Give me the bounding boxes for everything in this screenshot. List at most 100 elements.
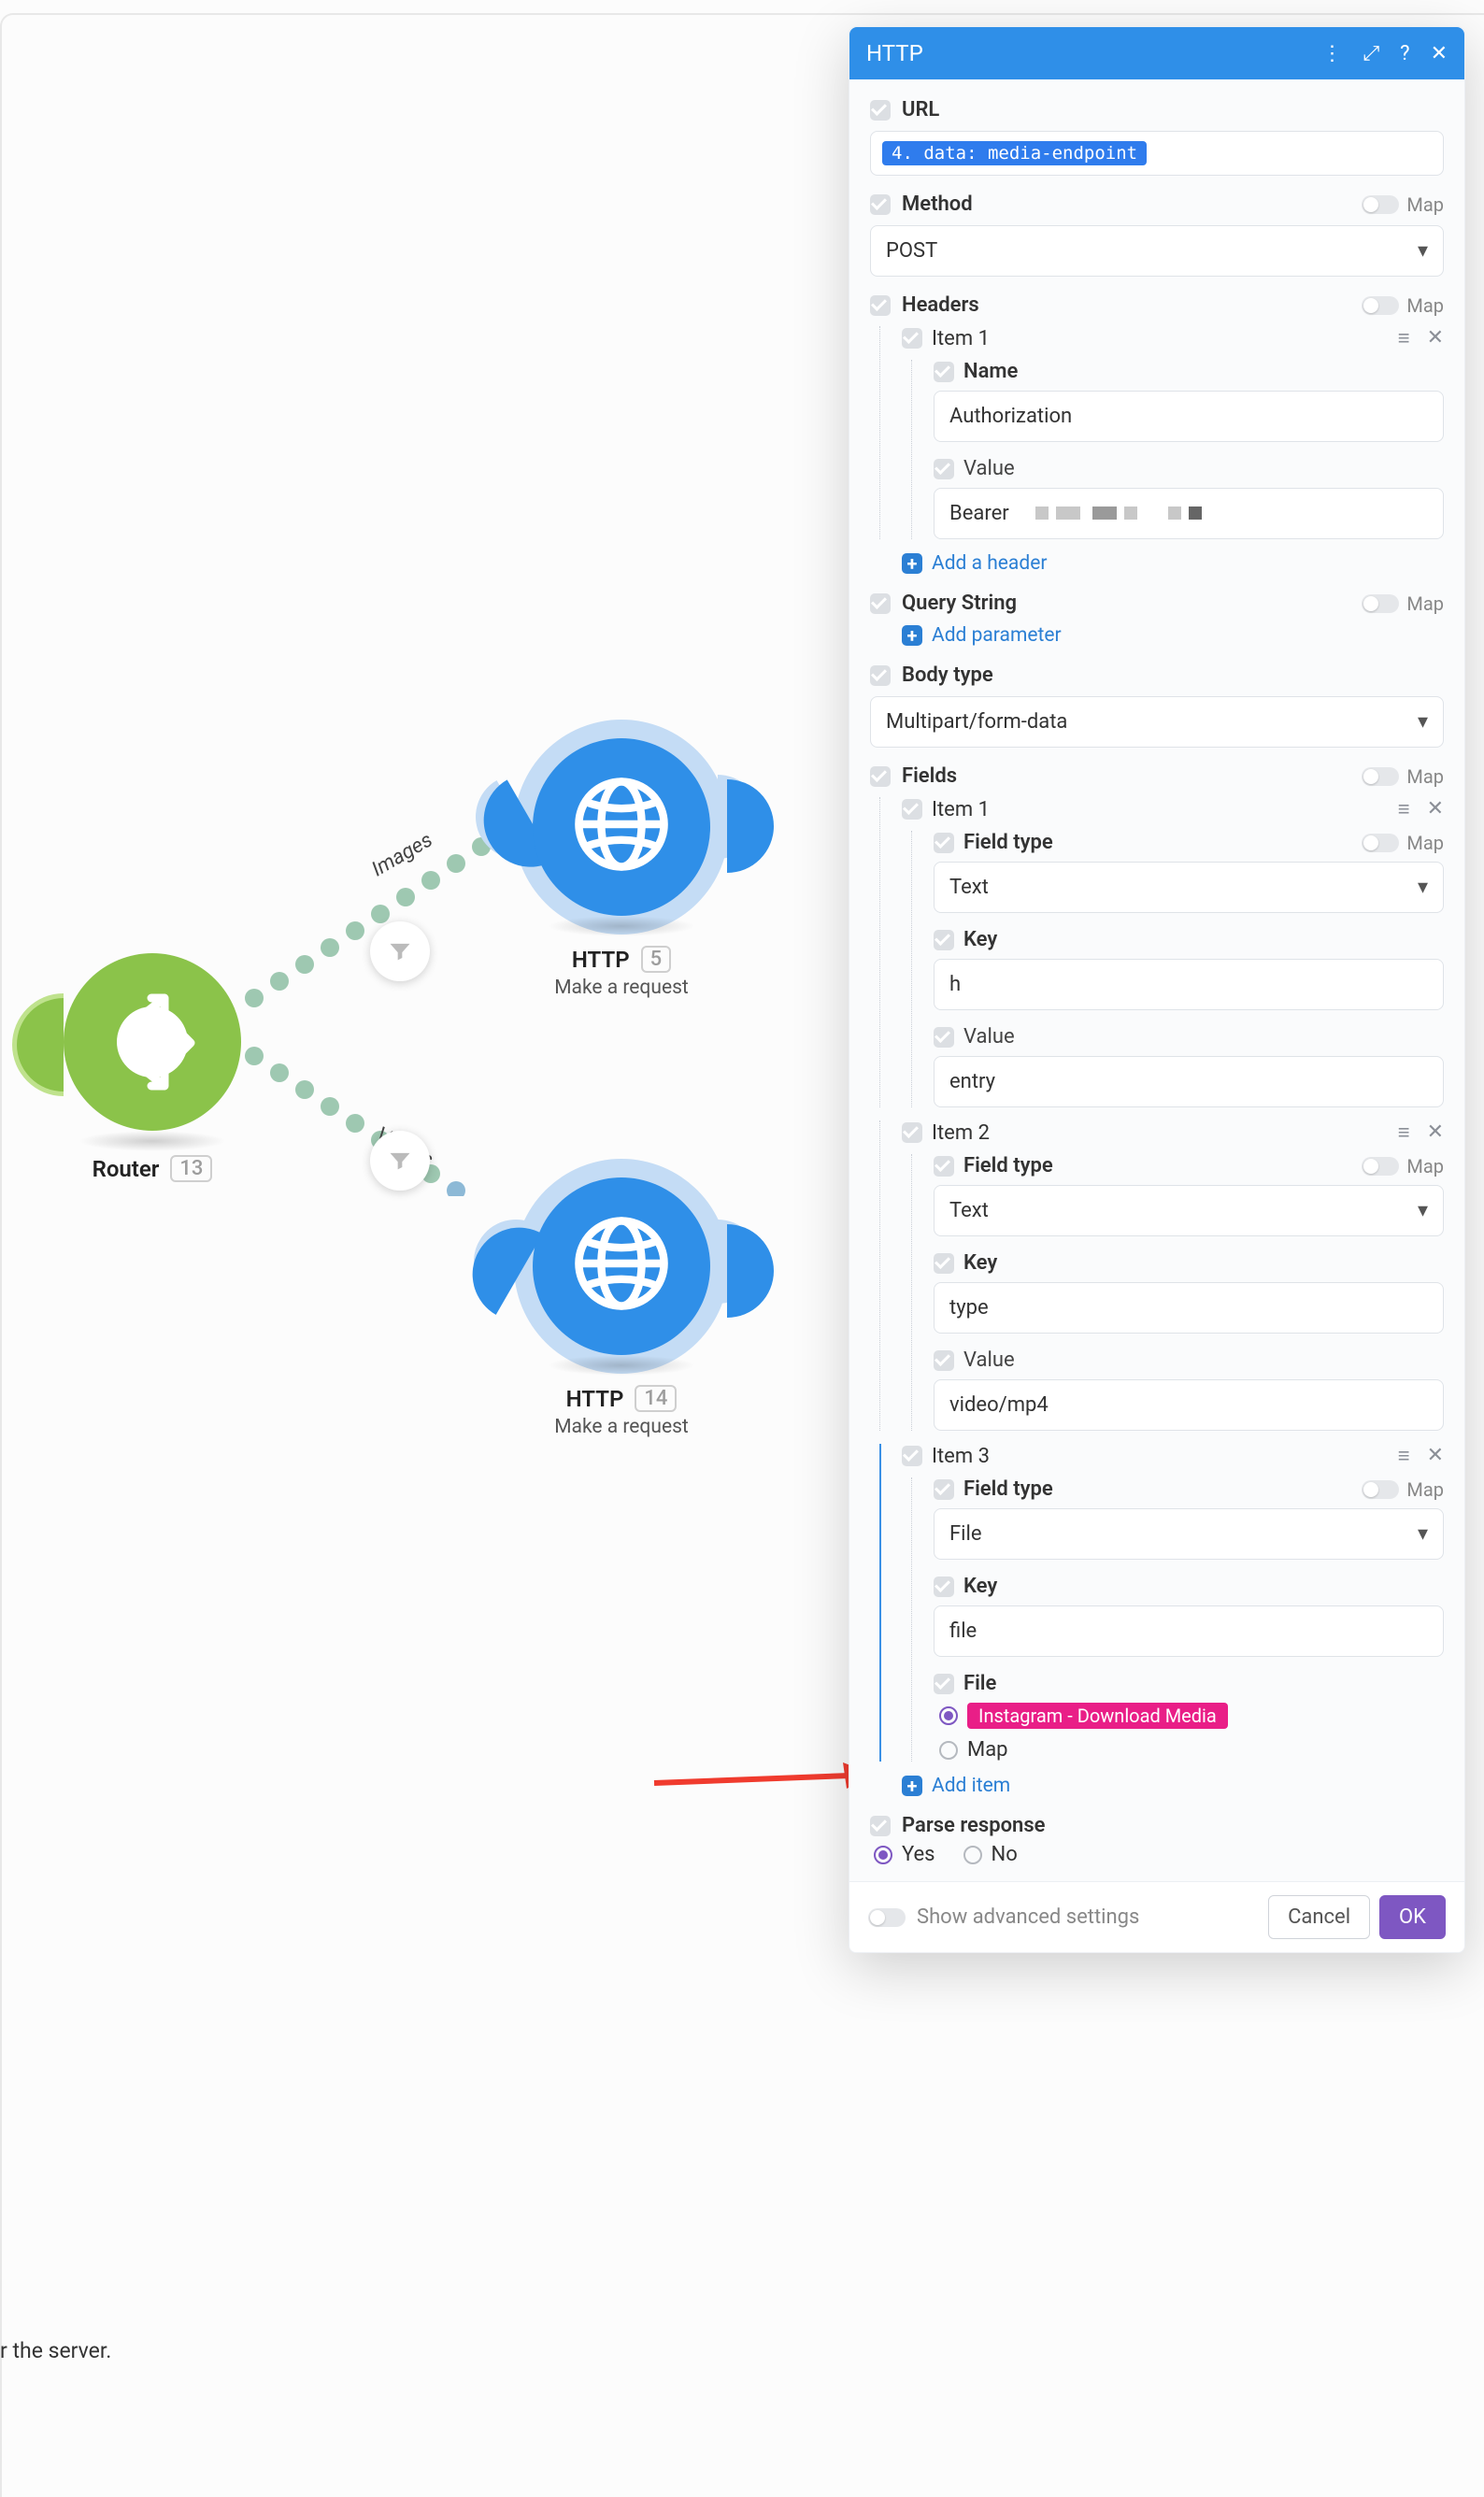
help-icon[interactable]: ? bbox=[1400, 42, 1409, 65]
map-toggle[interactable] bbox=[1362, 767, 1399, 786]
item-menu-icon[interactable]: ≡ bbox=[1398, 1444, 1410, 1468]
map-label: Map bbox=[1406, 294, 1444, 317]
add-field-button[interactable]: + Add item bbox=[902, 1775, 1444, 1797]
item-remove-icon[interactable]: ✕ bbox=[1427, 326, 1444, 350]
field3-key-value: file bbox=[949, 1619, 977, 1643]
field1-key-label: Key bbox=[963, 928, 997, 951]
expand-icon[interactable]: ⤢ bbox=[1363, 42, 1380, 65]
query-label: Query String bbox=[902, 592, 1017, 615]
check-icon bbox=[870, 194, 891, 215]
url-input[interactable]: 4. data: media-endpoint bbox=[870, 131, 1444, 176]
header-name-input[interactable]: Authorization bbox=[934, 391, 1444, 442]
field2-value-value: video/mp4 bbox=[949, 1393, 1049, 1417]
field-item3-label: Item 3 bbox=[932, 1445, 990, 1468]
annotation-arrow bbox=[650, 1751, 875, 1802]
check-icon bbox=[870, 665, 891, 686]
plus-icon: + bbox=[902, 553, 922, 574]
url-label: URL bbox=[902, 98, 939, 121]
close-icon[interactable]: ✕ bbox=[1431, 42, 1448, 65]
item-menu-icon[interactable]: ≡ bbox=[1398, 326, 1410, 350]
check-icon bbox=[934, 362, 954, 382]
item-remove-icon[interactable]: ✕ bbox=[1427, 1120, 1444, 1145]
item-menu-icon[interactable]: ≡ bbox=[1398, 1120, 1410, 1145]
field2-key-input[interactable]: type bbox=[934, 1282, 1444, 1334]
http1-label: HTTP 5 Make a request bbox=[481, 946, 762, 999]
map-label: Map bbox=[1406, 1478, 1444, 1501]
field3-type-select[interactable]: File ▾ bbox=[934, 1508, 1444, 1560]
router-node[interactable]: Router 13 bbox=[64, 953, 241, 1131]
radio-off-icon bbox=[963, 1846, 982, 1864]
field2-value-label: Value bbox=[963, 1348, 1015, 1372]
check-icon bbox=[870, 295, 891, 316]
router-badge: 13 bbox=[170, 1155, 212, 1182]
check-icon bbox=[902, 1446, 922, 1466]
filter-button-images[interactable] bbox=[370, 921, 430, 981]
field3-key-input[interactable]: file bbox=[934, 1605, 1444, 1657]
advanced-toggle[interactable] bbox=[868, 1908, 906, 1927]
check-icon bbox=[870, 100, 891, 121]
panel-header: HTTP ⋮ ⤢ ? ✕ bbox=[849, 27, 1464, 79]
field2-key-label: Key bbox=[963, 1251, 997, 1275]
filter-button-videos[interactable] bbox=[370, 1131, 430, 1191]
check-icon bbox=[902, 799, 922, 820]
map-toggle[interactable] bbox=[1362, 195, 1399, 214]
field2-type-select[interactable]: Text ▾ bbox=[934, 1185, 1444, 1236]
globe-icon bbox=[565, 768, 678, 886]
check-icon bbox=[934, 833, 954, 853]
add-header-button[interactable]: + Add a header bbox=[902, 552, 1444, 575]
item-remove-icon[interactable]: ✕ bbox=[1427, 1444, 1444, 1468]
check-icon bbox=[870, 1816, 891, 1836]
parse-no-label: No bbox=[992, 1843, 1018, 1866]
map-toggle[interactable] bbox=[1362, 296, 1399, 315]
field2-value-input[interactable]: video/mp4 bbox=[934, 1379, 1444, 1431]
chevron-down-icon: ▾ bbox=[1418, 876, 1428, 899]
field1-key-value: h bbox=[949, 973, 961, 996]
field2-key-value: type bbox=[949, 1296, 989, 1320]
bodytype-label: Body type bbox=[902, 663, 993, 687]
header-value-input[interactable]: Bearer bbox=[934, 488, 1444, 539]
file-map-label: Map bbox=[967, 1738, 1008, 1762]
field1-value-label: Value bbox=[963, 1025, 1015, 1049]
http-node-2[interactable]: HTTP 14 Make a request bbox=[533, 1177, 710, 1355]
field2-type-label: Field type bbox=[963, 1154, 1053, 1177]
bodytype-select[interactable]: Multipart/form-data ▾ bbox=[870, 696, 1444, 748]
field1-type-select[interactable]: Text ▾ bbox=[934, 862, 1444, 913]
item-remove-icon[interactable]: ✕ bbox=[1427, 797, 1444, 821]
item-menu-icon[interactable]: ≡ bbox=[1398, 797, 1410, 821]
http1-title: HTTP bbox=[572, 947, 630, 973]
cancel-button[interactable]: Cancel bbox=[1268, 1895, 1370, 1939]
field-item2-label: Item 2 bbox=[932, 1121, 990, 1145]
file-radio-map[interactable]: Map bbox=[939, 1738, 1444, 1762]
menu-icon[interactable]: ⋮ bbox=[1322, 42, 1343, 65]
chevron-down-icon: ▾ bbox=[1418, 1199, 1428, 1222]
map-toggle[interactable] bbox=[1362, 594, 1399, 613]
method-select[interactable]: POST ▾ bbox=[870, 225, 1444, 277]
footnote: r the server. bbox=[0, 2338, 111, 2363]
parse-yes-radio[interactable]: Yes bbox=[874, 1843, 935, 1866]
check-icon bbox=[902, 1122, 922, 1143]
map-toggle[interactable] bbox=[1362, 834, 1399, 852]
radio-on-icon bbox=[939, 1706, 958, 1725]
field3-type-value: File bbox=[949, 1522, 982, 1546]
check-icon bbox=[870, 593, 891, 614]
header-item1-label: Item 1 bbox=[932, 327, 990, 350]
headers-label: Headers bbox=[902, 293, 979, 317]
parse-no-radio[interactable]: No bbox=[963, 1843, 1018, 1866]
field1-value-input[interactable]: entry bbox=[934, 1056, 1444, 1107]
ok-button[interactable]: OK bbox=[1379, 1895, 1446, 1939]
radio-on-icon bbox=[874, 1846, 892, 1864]
map-toggle[interactable] bbox=[1362, 1157, 1399, 1176]
router-title: Router bbox=[93, 1156, 160, 1182]
add-parameter-button[interactable]: + Add parameter bbox=[902, 624, 1444, 647]
http-node-1[interactable]: HTTP 5 Make a request bbox=[533, 738, 710, 916]
http1-badge: 5 bbox=[641, 946, 672, 973]
plus-icon: + bbox=[902, 1776, 922, 1796]
field-item1-label: Item 1 bbox=[932, 798, 990, 821]
field1-key-input[interactable]: h bbox=[934, 959, 1444, 1010]
field1-type-label: Field type bbox=[963, 831, 1053, 854]
map-toggle[interactable] bbox=[1362, 1480, 1399, 1499]
check-icon bbox=[934, 1674, 954, 1694]
field1-type-value: Text bbox=[949, 876, 989, 899]
file-radio-source[interactable]: Instagram - Download Media bbox=[939, 1703, 1444, 1729]
header-name-value: Authorization bbox=[949, 405, 1072, 428]
